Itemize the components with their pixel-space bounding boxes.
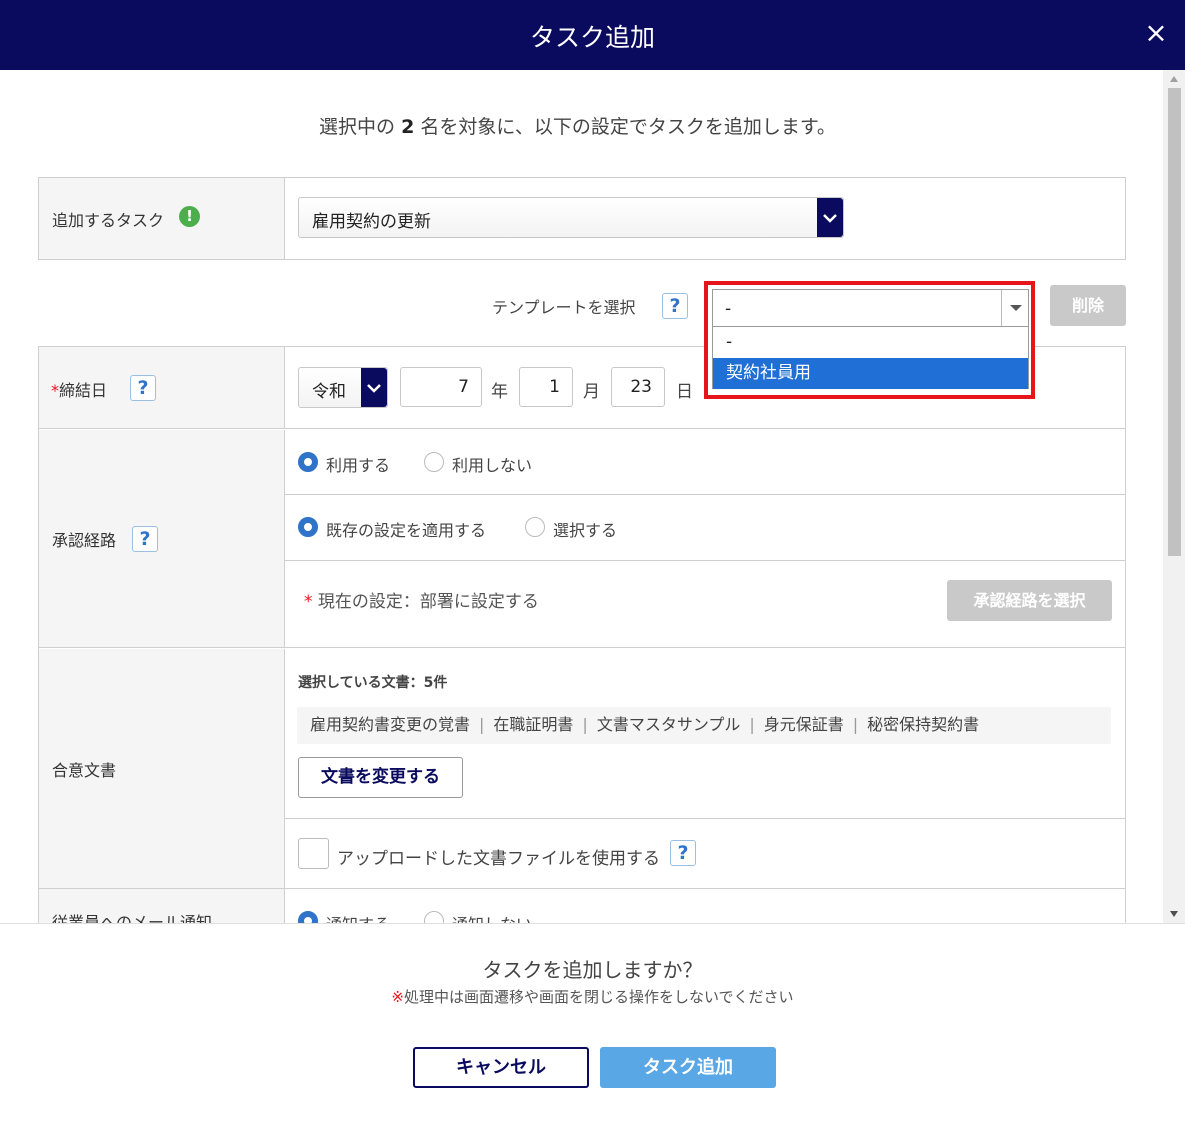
dialog-header: タスク追加 × bbox=[0, 0, 1185, 70]
radio-label: 利用しない bbox=[452, 456, 533, 475]
add-task-button[interactable]: タスク追加 bbox=[600, 1047, 776, 1088]
approval-value-cell: 利用する 利用しない 既存の設定を適用する 選択する * 現在の設定：部署に設定… bbox=[285, 430, 1125, 647]
warning-icon: ! bbox=[179, 206, 200, 227]
help-icon[interactable]: ? bbox=[662, 293, 688, 319]
intro-count: 2 bbox=[401, 116, 415, 138]
scroll-down-icon[interactable] bbox=[1170, 911, 1178, 917]
current-setting-label: 現在の設定：部署に設定する bbox=[317, 592, 539, 612]
mail-label: 従業員へのメール通知 bbox=[52, 913, 213, 923]
documents-label-cell: 合意文書 bbox=[39, 649, 285, 888]
task-table: 追加するタスク ! 雇用契約の更新 bbox=[38, 177, 1126, 260]
intro-text: 選択中の 2 名を対象に、以下の設定でタスクを追加します。 bbox=[0, 112, 1155, 139]
approval-mode-subrow: 既存の設定を適用する 選択する bbox=[285, 495, 1125, 561]
template-dropdown-highlight: - - 契約社員用 bbox=[704, 281, 1035, 399]
intro-suffix: 名を対象に、以下の設定でタスクを追加します。 bbox=[420, 116, 836, 138]
note-text: 処理中は画面遷移や画面を閉じる操作をしないでください bbox=[404, 988, 794, 1006]
approval-row: 承認経路 ? 利用する 利用しない 既存の設定を適用する 選択する * 現在の設… bbox=[39, 430, 1125, 648]
radio-label: 通知する bbox=[326, 911, 390, 923]
radio-label: 通知しない bbox=[452, 911, 532, 923]
task-select-value: 雇用契約の更新 bbox=[312, 212, 431, 232]
date-label-wrap: *締結日 bbox=[51, 377, 107, 401]
task-select[interactable]: 雇用契約の更新 bbox=[298, 197, 844, 238]
help-icon[interactable]: ? bbox=[132, 526, 158, 552]
day-unit: 日 bbox=[676, 382, 693, 402]
document-item: 雇用契約書変更の覚書 bbox=[310, 715, 471, 734]
document-item: 在職証明書 bbox=[493, 715, 574, 734]
year-unit: 年 bbox=[491, 382, 508, 402]
documents-value-cell: 選択している文書：5件 雇用契約書変更の覚書 | 在職証明書 | 文書マスタサンプル | 身… bbox=[285, 649, 1125, 888]
radio-off-icon bbox=[424, 911, 444, 923]
delete-template-button[interactable]: 削除 bbox=[1050, 285, 1126, 326]
upload-checkbox[interactable] bbox=[298, 838, 329, 869]
task-row-label-cell: 追加するタスク ! bbox=[39, 178, 285, 259]
date-label: 締結日 bbox=[59, 381, 108, 400]
approval-label: 承認経路 bbox=[52, 531, 117, 550]
document-item: 身元保証書 bbox=[763, 715, 844, 734]
template-option[interactable]: - bbox=[713, 327, 1028, 358]
month-input[interactable]: 1 bbox=[519, 367, 573, 407]
date-label-cell: *締結日 ? bbox=[39, 347, 285, 428]
mail-row: 従業員へのメール通知 通知する 通知しない bbox=[39, 889, 1125, 923]
scrollbar-thumb[interactable] bbox=[1168, 88, 1181, 556]
radio-off-icon bbox=[525, 517, 545, 537]
processing-note: ※処理中は画面遷移や画面を閉じる操作をしないでください bbox=[0, 986, 1185, 1007]
documents-selected-subrow: 選択している文書：5件 雇用契約書変更の覚書 | 在職証明書 | 文書マスタサンプル | 身… bbox=[285, 649, 1125, 819]
document-item: 秘密保持契約書 bbox=[867, 715, 980, 734]
required-mark: * bbox=[304, 592, 313, 612]
scroll-up-icon[interactable] bbox=[1170, 76, 1178, 82]
scrollbar[interactable] bbox=[1163, 70, 1185, 923]
change-documents-button[interactable]: 文書を変更する bbox=[298, 757, 463, 798]
template-label: テンプレートを選択 bbox=[492, 298, 636, 317]
mail-label-cell: 従業員へのメール通知 bbox=[39, 889, 285, 923]
documents-label: 合意文書 bbox=[52, 761, 117, 780]
radio-label: 選択する bbox=[553, 521, 618, 540]
template-option-selected[interactable]: 契約社員用 bbox=[713, 358, 1028, 389]
intro-prefix: 選択中の bbox=[319, 116, 396, 138]
mail-value-cell: 通知する 通知しない bbox=[285, 889, 1125, 923]
dropdown-arrow-icon[interactable] bbox=[1001, 290, 1028, 326]
selected-documents-header: 選択している文書：5件 bbox=[298, 675, 448, 691]
day-input[interactable]: 23 bbox=[611, 367, 665, 407]
month-unit: 月 bbox=[583, 382, 600, 402]
current-setting-text: * 現在の設定：部署に設定する bbox=[304, 587, 539, 612]
documents-row: 合意文書 選択している文書：5件 雇用契約書変更の覚書 | 在職証明書 | 文書マスタサ… bbox=[39, 649, 1125, 889]
close-icon[interactable]: × bbox=[1141, 16, 1171, 50]
task-add-dialog: タスク追加 × 選択中の 2 名を対象に、以下の設定でタスクを追加します。 追加… bbox=[0, 0, 1185, 1125]
template-options-list: - 契約社員用 bbox=[712, 327, 1029, 389]
radio-off-icon bbox=[424, 452, 444, 472]
task-row: 追加するタスク ! 雇用契約の更新 bbox=[39, 178, 1125, 259]
task-row-label: 追加するタスク bbox=[52, 211, 165, 230]
dialog-body[interactable]: 選択中の 2 名を対象に、以下の設定でタスクを追加します。 追加するタスク ! … bbox=[0, 70, 1185, 923]
note-mark: ※ bbox=[391, 988, 404, 1006]
radio-on-icon bbox=[298, 517, 318, 537]
select-approval-route-button[interactable]: 承認経路を選択 bbox=[947, 580, 1112, 621]
required-mark: * bbox=[51, 381, 59, 400]
chevron-down-icon[interactable] bbox=[361, 368, 387, 407]
era-select[interactable]: 令和 bbox=[298, 367, 388, 408]
template-select[interactable]: - bbox=[712, 289, 1029, 327]
cancel-button[interactable]: キャンセル bbox=[413, 1047, 589, 1088]
upload-label: アップロードした文書ファイルを使用する bbox=[337, 849, 660, 869]
approval-label-cell: 承認経路 ? bbox=[39, 430, 285, 647]
settings-table: *締結日 ? 令和 7 年 1 月 23 日 承認経路 ? 利用する 利用しない… bbox=[38, 346, 1126, 923]
help-icon[interactable]: ? bbox=[130, 375, 156, 401]
document-item: 文書マスタサンプル bbox=[596, 715, 741, 734]
radio-label: 利用する bbox=[326, 456, 391, 475]
documents-list: 雇用契約書変更の覚書 | 在職証明書 | 文書マスタサンプル | 身元保証書 | 秘密保持契約書 bbox=[297, 707, 1111, 744]
help-icon[interactable]: ? bbox=[670, 840, 696, 866]
era-value: 令和 bbox=[312, 382, 346, 402]
radio-on-icon bbox=[298, 911, 318, 923]
approval-use-subrow: 利用する 利用しない bbox=[285, 430, 1125, 495]
year-input[interactable]: 7 bbox=[400, 367, 482, 407]
confirm-question: タスクを追加しますか？ bbox=[482, 958, 703, 982]
radio-on-icon bbox=[298, 452, 318, 472]
dialog-title: タスク追加 bbox=[529, 23, 655, 52]
chevron-down-icon[interactable] bbox=[817, 198, 843, 237]
task-row-value-cell: 雇用契約の更新 bbox=[285, 178, 1125, 259]
dialog-footer: タスクを追加しますか？ ※処理中は画面遷移や画面を閉じる操作をしないでください … bbox=[0, 923, 1185, 1125]
template-select-value: - bbox=[725, 299, 732, 319]
radio-label: 既存の設定を適用する bbox=[326, 521, 487, 540]
